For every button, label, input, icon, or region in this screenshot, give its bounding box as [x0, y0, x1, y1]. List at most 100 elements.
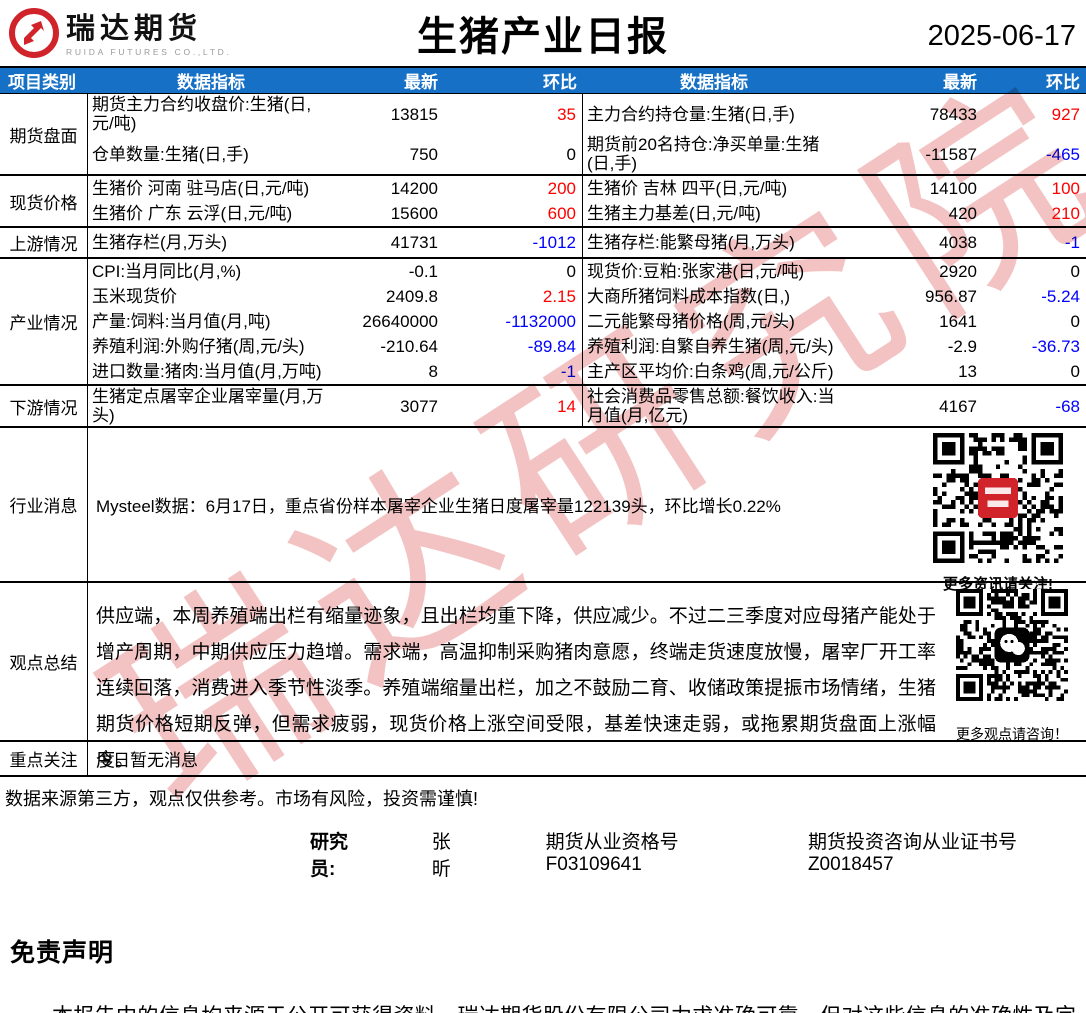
latest-value-cell: 13815 — [390, 104, 438, 124]
indicator-cell: 养殖利润:外购仔猪(周,元/头) — [92, 337, 305, 356]
view-text-cell: 供应端，本周养殖端出栏有缩量迹象，且出栏均重下降，供应减少。不过二三季度对应母猪… — [88, 583, 1086, 771]
change-value-cell: 14 — [446, 386, 583, 426]
disclaimer-body: 本报告中的信息均来源于公开可获得资料，瑞达期货股份有限公司力求准确可靠，但对这些… — [10, 997, 1076, 1013]
latest-value-cell: 4167 — [939, 396, 977, 416]
change-value-cell: 927 — [1051, 104, 1080, 124]
indicator-cell: 主力合约持仓量:生猪(日,手) — [587, 104, 795, 124]
page-title: 生猪产业日报 — [417, 15, 669, 59]
report-header: 瑞达期货 RUIDA FUTURES CO.,LTD. 生猪产业日报 2025-… — [0, 0, 1086, 66]
table-group-3: 上游情况 生猪存栏(月,万头) 41731 -1012 生猪存栏:能繁母猪(月,万头) 4… — [0, 228, 1086, 259]
table-group-5: 下游情况 生猪定点屠宰企业屠宰量(月,万头) 3077 14 社会消费品零售总额:餐饮收… — [0, 386, 1086, 428]
latest-value-cell: 14100 — [929, 179, 977, 198]
indicator-cell: 期货主力合约收盘价:生猪(日,元/吨) — [92, 95, 312, 133]
indicator-cell: 二元能繁母猪价格(周,元/头) — [587, 312, 795, 331]
table-group-2: 现货价格 生猪价 河南 驻马店(日,元/吨) 14200 200 生猪价 吉林 四平(日… — [0, 176, 1086, 228]
change-value-cell: 100 — [1051, 179, 1080, 198]
change-value-cell: 0 — [446, 134, 583, 174]
indicator-cell: 生猪存栏:能繁母猪(月,万头) — [587, 233, 795, 252]
ruida-logo-icon — [8, 7, 60, 64]
disclaimer-heading: 免责声明 — [10, 939, 115, 967]
indicator-cell: 社会消费品零售总额:餐饮收入:当月值(月,亿元) — [587, 387, 835, 425]
change-value-cell: -465 — [1045, 144, 1080, 164]
news-text-cell: Mysteel数据：6月17日，重点省份样本屠宰企业生猪日度屠宰量122139头… — [88, 428, 1086, 593]
researcher-label: 研究员: — [310, 832, 349, 880]
change-value-cell: 0 — [1070, 262, 1080, 281]
col-header-category: 项目类别 — [8, 73, 76, 92]
change-value-cell: -89.84 — [446, 334, 583, 359]
indicator-cell: 生猪定点屠宰企业屠宰量(月,万头) — [92, 387, 324, 425]
category-label: 期货盘面 — [0, 94, 88, 174]
data-table: 项目类别 数据指标 最新 环比 数据指标 最新 环比 期货盘面 期货主力合约收盘价… — [0, 66, 1086, 777]
category-label: 观点总结 — [0, 583, 88, 740]
change-value-cell: -1 — [1064, 233, 1080, 252]
info-qr-code: 更多资讯请关注! — [932, 433, 1064, 594]
indicator-cell: 生猪价 河南 驻马店(日,元/吨) — [92, 179, 310, 198]
col-header-change-left: 环比 — [543, 73, 577, 92]
col-header-latest-left: 最新 — [404, 73, 438, 92]
logo-text-en: RUIDA FUTURES CO.,LTD. — [66, 46, 232, 57]
indicator-cell: 期货前20名持仓:净买单量:生猪(日,手) — [587, 135, 820, 173]
latest-value-cell: 2920 — [939, 262, 977, 281]
col-header-indicator-right: 数据指标 — [680, 73, 748, 92]
indicator-cell: 生猪主力基差(日,元/吨) — [587, 204, 761, 223]
category-label: 重点关注 — [0, 742, 88, 775]
indicator-cell: 大商所猪饲料成本指数(日,) — [587, 287, 791, 306]
latest-value-cell: 1641 — [939, 312, 977, 331]
researcher-qualification: 期货从业资格号F03109641 — [545, 832, 679, 875]
latest-value-cell: 13 — [958, 362, 977, 381]
indicator-cell: 仓单数量:生猪(日,手) — [92, 144, 249, 164]
table-group-8: 重点关注 今日暂无消息 — [0, 742, 1086, 777]
col-header-indicator-left: 数据指标 — [177, 73, 245, 92]
risk-note: 数据来源第三方，观点仅供参考。市场有风险，投资需谨慎! — [5, 789, 478, 809]
disclaimer-section: 免责声明 本报告中的信息均来源于公开可获得资料，瑞达期货股份有限公司力求准确可靠… — [0, 933, 1086, 1013]
indicator-cell: 产量:饲料:当月值(月,吨) — [92, 312, 271, 331]
col-header-change-right: 环比 — [1046, 73, 1080, 92]
category-label: 行业消息 — [0, 428, 88, 581]
change-value-cell: -1132000 — [446, 309, 583, 334]
indicator-cell: 生猪价 广东 云浮(日,元/吨) — [92, 204, 293, 223]
researcher-line: 研究员: 张昕 期货从业资格号F03109641 期货投资咨询从业证书号Z001… — [310, 827, 1086, 881]
news-text: Mysteel数据：6月17日，重点省份样本屠宰企业生猪日度屠宰量122139头… — [96, 497, 781, 516]
latest-value-cell: -11587 — [925, 144, 977, 164]
table-group-4: 产业情况 CPI:当月同比(月,%) -0.1 0 现货价:豆粕:张家港(日,元/吨) 2… — [0, 259, 1086, 386]
change-value-cell: 35 — [446, 94, 583, 134]
change-value-cell: 0 — [1070, 312, 1080, 331]
latest-value-cell: 4038 — [939, 233, 977, 252]
change-value-cell: 600 — [446, 201, 583, 226]
table-body: 期货盘面 期货主力合约收盘价:生猪(日,元/吨) 13815 35 主力合约持仓量:生猪… — [0, 94, 1086, 777]
category-label: 下游情况 — [0, 386, 88, 426]
report-page: 瑞达研究院 瑞达期货 RUIDA FUTURES CO.,LTD. 生猪产业日报… — [0, 0, 1086, 1013]
category-label: 产业情况 — [0, 259, 88, 384]
table-group-6: 行业消息 Mysteel数据：6月17日，重点省份样本屠宰企业生猪日度屠宰量122… — [0, 428, 1086, 593]
company-logo: 瑞达期货 RUIDA FUTURES CO.,LTD. — [8, 7, 232, 64]
focus-text: 今日暂无消息 — [96, 751, 198, 770]
indicator-cell: CPI:当月同比(月,%) — [92, 262, 242, 281]
latest-value-cell: 78433 — [929, 104, 977, 124]
indicator-cell: 现货价:豆粕:张家港(日,元/吨) — [587, 262, 805, 281]
change-value-cell: 0 — [1070, 362, 1080, 381]
indicator-cell: 生猪价 吉林 四平(日,元/吨) — [587, 179, 788, 198]
change-value-cell: -5.24 — [1041, 287, 1080, 306]
category-label: 上游情况 — [0, 228, 88, 257]
indicator-cell: 玉米现货价 — [92, 287, 177, 306]
focus-text-cell: 今日暂无消息 — [88, 742, 1086, 775]
indicator-cell: 主产区平均价:白条鸡(周,元/公斤) — [587, 362, 834, 381]
researcher-name: 张昕 — [431, 832, 451, 880]
latest-value-cell: -2.9 — [947, 337, 977, 356]
table-group-7: 观点总结 供应端，本周养殖端出栏有缩量迹象，且出栏均重下降，供应减少。不过二三季度… — [0, 583, 1086, 771]
change-value-cell: -1012 — [446, 228, 583, 257]
change-value-cell: 0 — [446, 259, 583, 284]
latest-value-cell: 420 — [948, 204, 977, 223]
change-value-cell: 2.15 — [446, 284, 583, 309]
latest-value-cell: 15600 — [390, 204, 438, 223]
latest-value-cell: -210.64 — [380, 337, 438, 356]
change-value-cell: -1 — [446, 359, 583, 384]
wechat-qr-code: 更多观点请咨询！ — [954, 589, 1070, 754]
indicator-cell: 养殖利润:自繁自养生猪(周,元/头) — [587, 337, 834, 356]
latest-value-cell: 750 — [409, 144, 438, 164]
indicator-cell: 生猪存栏(月,万头) — [92, 233, 228, 252]
table-group-1: 期货盘面 期货主力合约收盘价:生猪(日,元/吨) 13815 35 主力合约持仓量:生猪… — [0, 94, 1086, 176]
indicator-cell: 进口数量:猪肉:当月值(月,万吨) — [92, 362, 322, 381]
change-value-cell: -36.73 — [1031, 337, 1080, 356]
latest-value-cell: 2409.8 — [386, 287, 438, 306]
